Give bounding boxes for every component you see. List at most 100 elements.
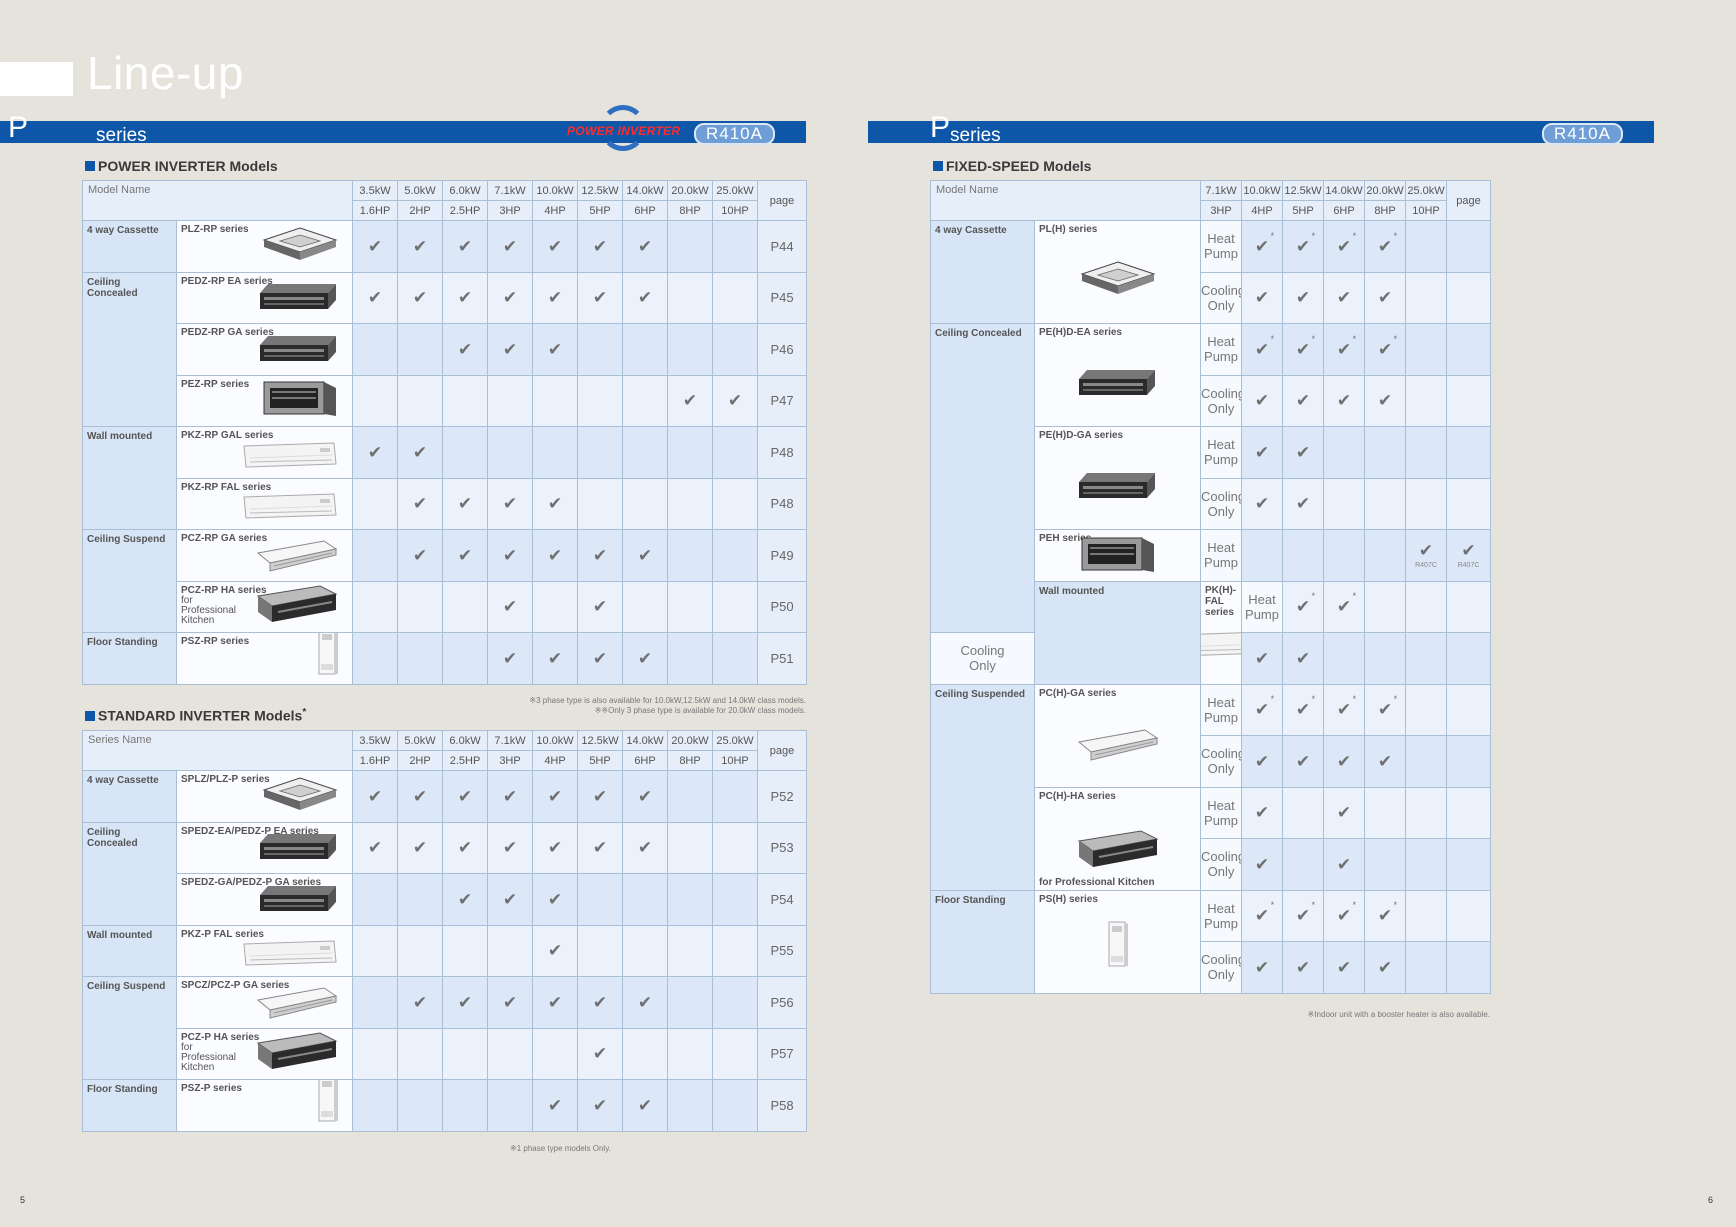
capacity-cell (352, 924, 399, 977)
capacity-cell: ✔ (577, 580, 624, 633)
right-page-number: 6 (1708, 1195, 1714, 1205)
series-letter: P (8, 111, 29, 144)
capacity-cell: ✔ * (1323, 580, 1366, 633)
kw-header: 20.0kW (1364, 180, 1407, 201)
duct-unit-icon (1077, 468, 1159, 507)
category-label: Floor Standing (82, 632, 177, 685)
check-mark-icon: ✔ (1377, 751, 1393, 771)
hp-header: 6HP (622, 750, 669, 771)
capacity-cell: ✔ (397, 821, 444, 874)
check-mark-icon: ✔ (1254, 803, 1270, 823)
capacity-cell (352, 1079, 399, 1132)
capacity-cell (577, 426, 624, 479)
capacity-cell: ✔ * (1282, 220, 1325, 273)
check-mark-icon: ✔ * (1295, 333, 1316, 359)
check-mark-icon: ✔ (367, 786, 383, 806)
capacity-cell: ✔ (1241, 477, 1284, 530)
kw-header: 10.0kW (532, 180, 579, 201)
cassette-icon (260, 226, 340, 267)
category-label: Floor Standing (930, 889, 1035, 994)
check-mark-icon: ✔ (1254, 854, 1270, 874)
capacity-cell (1446, 580, 1492, 633)
capacity-cell: ✔ (1323, 941, 1366, 994)
kw-header: 25.0kW (712, 730, 759, 751)
capacity-cell (712, 976, 759, 1029)
capacity-cell (577, 477, 624, 530)
standard-inverter-note: ※1 phase type models Only. (510, 1144, 611, 1153)
capacity-cell (667, 873, 714, 926)
capacity-cell: ✔ (442, 821, 489, 874)
check-mark-icon: ✔ (592, 597, 608, 617)
capacity-cell: ✔ (622, 1079, 669, 1132)
capacity-cell: ✔ (352, 220, 399, 273)
check-mark-icon: ✔ (367, 236, 383, 256)
capacity-cell: ✔ (397, 770, 444, 823)
capacity-cell: ✔ (487, 271, 534, 324)
capacity-cell (622, 477, 669, 530)
model-name: PLZ-RP series (181, 224, 249, 235)
capacity-cell (352, 1027, 399, 1080)
table-row: Ceiling Concealed SPEDZ-EA/PEDZ-P EA seri… (82, 821, 808, 926)
kw-header: 5.0kW (397, 180, 444, 201)
check-mark-icon: ✔ (1295, 751, 1311, 771)
check-mark-icon: ✔ (1461, 540, 1476, 560)
capacity-cell (487, 426, 534, 479)
capacity-cell (622, 580, 669, 633)
table-row: Wall mounted PKZ-RP GAL series ✔ ✔ P48 (82, 426, 808, 530)
model-name: PK(H)-FAL series (1205, 584, 1237, 618)
capacity-cell: ✔ (352, 271, 399, 324)
capacity-cell (1405, 786, 1448, 839)
check-mark-icon: ✔ (1377, 957, 1393, 977)
check-mark-icon: ✔ * (1336, 333, 1357, 359)
capacity-cell (532, 1027, 579, 1080)
check-mark-icon: ✔ (1254, 494, 1270, 514)
capacity-cell: ✔ (1282, 426, 1325, 479)
capacity-cell (442, 580, 489, 633)
duct-unit-icon (258, 881, 340, 920)
capacity-cell (532, 426, 579, 479)
refrigerant-badge: R410A (1542, 123, 1623, 145)
category-label: Wall mounted (82, 426, 177, 530)
hp-header: 10HP (1405, 200, 1448, 221)
capacity-cell (712, 323, 759, 376)
capacity-cell: ✔ (532, 323, 579, 376)
capacity-cell (1282, 838, 1325, 891)
page-ref: P46 (757, 323, 808, 376)
check-mark-icon: ✔ (1377, 288, 1393, 308)
capacity-cell (712, 873, 759, 926)
capacity-cell: ✔ (487, 821, 534, 874)
floor-standing-icon (316, 633, 340, 678)
check-mark-icon: ✔ (592, 992, 608, 1012)
check-mark-icon: ✔ (367, 442, 383, 462)
page-ref: P45 (757, 271, 808, 324)
capacity-cell (622, 1027, 669, 1080)
category-label: Ceiling Concealed (82, 821, 177, 926)
check-mark-icon: ✔ (457, 339, 473, 359)
capacity-cell (622, 873, 669, 926)
capacity-cell (1405, 683, 1448, 736)
table-row: 4 way Cassette SPLZ/PLZ-P series ✔ ✔ ✔ ✔ ✔ ✔ ✔ P5… (82, 770, 808, 823)
check-mark-icon: ✔ (457, 838, 473, 858)
check-mark-icon: ✔ * (1254, 230, 1275, 256)
capacity-cell (1446, 683, 1492, 736)
model-cell: PCZ-RP GA series (175, 529, 354, 582)
check-mark-icon: ✔ * (1336, 591, 1357, 617)
table-row: 4 way Cassette PL(H) series Heat Pump ✔ * ✔ * ✔… (930, 220, 1492, 324)
capacity-cell (667, 271, 714, 324)
capacity-cell (397, 873, 444, 926)
capacity-cell: ✔ * (1282, 580, 1325, 633)
bullet-square-icon (85, 710, 95, 721)
capacity-cell: ✔ (1323, 786, 1366, 839)
hp-header: 10HP (712, 200, 759, 221)
right-series-bar: P series R410A (868, 113, 1654, 145)
capacity-cell: ✔ (1241, 941, 1284, 994)
capacity-cell (1446, 786, 1492, 839)
check-mark-icon: ✔ (457, 545, 473, 565)
cooling-only-label: Cooling Only (1200, 477, 1243, 530)
capacity-cell (712, 770, 759, 823)
capacity-cell (1446, 889, 1492, 942)
kw-header: 3.5kW (352, 730, 399, 751)
check-mark-icon: ✔ (592, 1044, 608, 1064)
capacity-cell (1405, 580, 1448, 633)
capacity-cell (712, 1027, 759, 1080)
